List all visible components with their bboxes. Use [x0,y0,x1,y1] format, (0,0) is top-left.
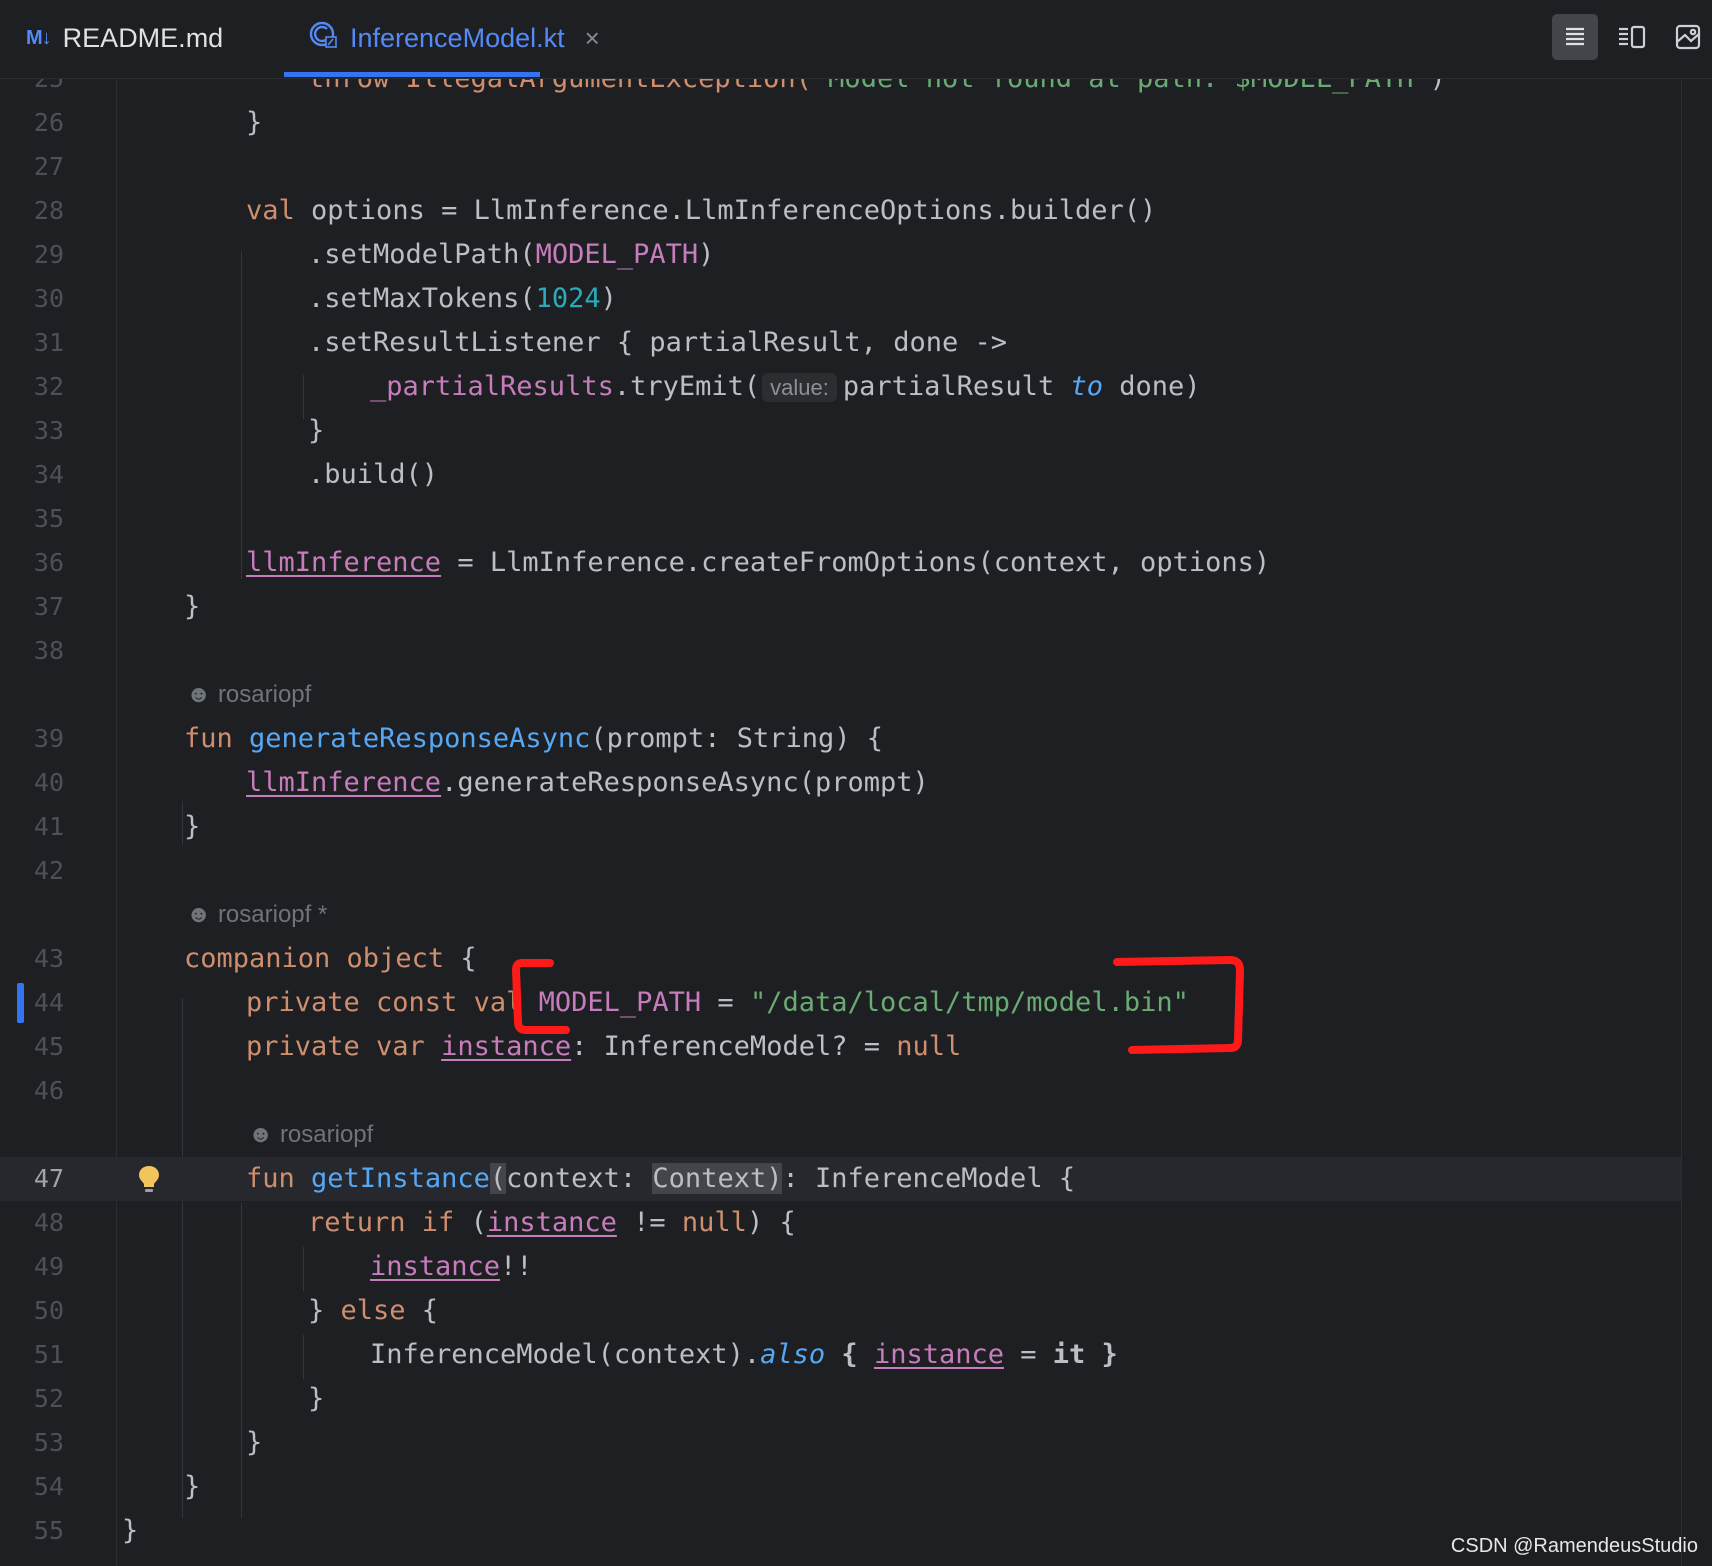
watermark: CSDN @RamendeusStudio [1450,1535,1698,1557]
red-annotation-brackets [512,956,1244,1054]
